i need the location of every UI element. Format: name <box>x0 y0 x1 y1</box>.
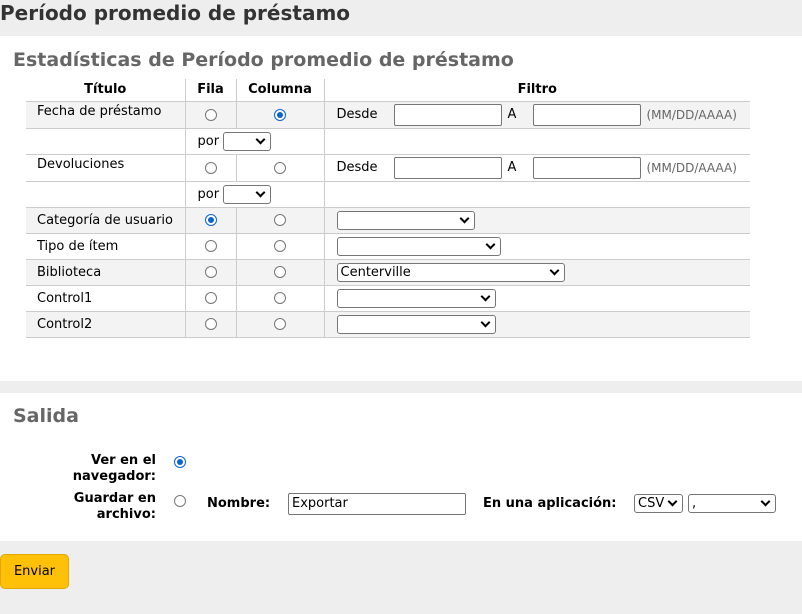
file-label: Guardar en archivo: <box>73 491 156 522</box>
fecha-a-input[interactable] <box>533 103 642 126</box>
browser-radio[interactable] <box>174 456 186 468</box>
row-label-control2: Control2 <box>37 316 93 332</box>
control1-select[interactable] <box>336 288 496 308</box>
categoria-select[interactable] <box>336 210 475 230</box>
header-titulo: Título <box>26 79 185 102</box>
devoluciones-date-hint: (MM/DD/AAAA) <box>646 160 737 175</box>
tipo-columna-radio[interactable] <box>274 240 286 252</box>
chevron-down-icon <box>760 496 771 507</box>
name-input[interactable]: Exportar <box>288 493 466 515</box>
devoluciones-por-select[interactable] <box>223 184 272 204</box>
statistics-title: Estadísticas de Período promedio de prés… <box>13 49 514 71</box>
devoluciones-a-label: A <box>507 160 517 175</box>
row-label-fecha: Fecha de préstamo <box>37 104 162 119</box>
table-row-fecha: Fecha de préstamo Desde A (MM/DD/AAAA) <box>26 101 750 129</box>
table-row-categoria: Categoría de usuario <box>26 207 750 234</box>
table-row-devoluciones-por: por <box>26 181 750 208</box>
table-row-control2: Control2 <box>26 311 750 338</box>
page-title: Período promedio de préstamo <box>0 1 351 25</box>
header-fila: Fila <box>184 79 236 102</box>
chevron-down-icon <box>667 496 678 507</box>
devoluciones-desde-input[interactable] <box>393 156 502 179</box>
file-radio[interactable] <box>174 495 186 507</box>
output-title: Salida <box>13 405 79 427</box>
chevron-down-icon <box>485 239 495 249</box>
browser-label: Ver en el navegador: <box>72 453 156 484</box>
control2-fila-radio[interactable] <box>204 318 217 330</box>
header-columna: Columna <box>235 79 324 102</box>
biblioteca-columna-radio[interactable] <box>274 266 286 278</box>
categoria-columna-radio[interactable] <box>274 214 286 226</box>
row-label-control1: Control1 <box>37 290 93 306</box>
devoluciones-por-label: por <box>197 186 220 202</box>
devoluciones-a-input[interactable] <box>533 156 642 179</box>
fecha-por-label: por <box>197 133 220 149</box>
devoluciones-fila-radio[interactable] <box>204 161 217 174</box>
chevron-down-icon <box>480 291 490 301</box>
row-label-categoria: Categoría de usuario <box>37 212 173 228</box>
table-row-fecha-por: por <box>26 128 750 155</box>
fecha-desde-label: Desde <box>336 107 378 122</box>
chevron-down-icon <box>480 317 490 327</box>
fecha-columna-radio[interactable] <box>274 108 286 121</box>
devoluciones-desde-label: Desde <box>336 160 378 175</box>
table-header-row: Título Fila Columna Filtro <box>26 79 750 102</box>
table-row-control1: Control1 <box>26 285 750 312</box>
fecha-desde-input[interactable] <box>393 103 502 126</box>
devoluciones-columna-radio[interactable] <box>274 161 286 174</box>
chevron-down-icon <box>255 134 266 144</box>
chevron-down-icon <box>549 265 559 275</box>
table-row-devoluciones: Devoluciones Desde A (MM/DD/AAAA) <box>26 154 750 182</box>
biblioteca-select[interactable]: Centerville <box>336 262 565 282</box>
submit-button[interactable]: Enviar <box>0 554 69 589</box>
control1-columna-radio[interactable] <box>274 292 286 304</box>
control1-fila-radio[interactable] <box>204 292 217 304</box>
row-label-biblioteca: Biblioteca <box>37 264 102 280</box>
categoria-fila-radio[interactable] <box>204 214 217 226</box>
row-label-devoluciones: Devoluciones <box>37 157 125 172</box>
fecha-fila-radio[interactable] <box>204 108 217 121</box>
table-row-tipo: Tipo de ítem <box>26 233 750 260</box>
biblioteca-fila-radio[interactable] <box>204 266 217 278</box>
tipo-select[interactable] <box>336 236 501 256</box>
table-row-biblioteca: Biblioteca Centerville <box>26 259 750 286</box>
fecha-por-select[interactable] <box>223 131 272 151</box>
header-filtro: Filtro <box>323 79 750 102</box>
statistics-panel: Estadísticas de Período promedio de prés… <box>0 36 802 381</box>
row-label-tipo: Tipo de ítem <box>37 238 119 254</box>
separator-select[interactable]: , <box>688 494 776 513</box>
name-label: Nombre: <box>207 496 271 511</box>
output-panel: Salida Ver en el navegador: Guardar en a… <box>0 393 802 541</box>
tipo-fila-radio[interactable] <box>204 240 217 252</box>
fecha-date-hint: (MM/DD/AAAA) <box>646 107 737 122</box>
fecha-a-label: A <box>507 107 517 122</box>
statistics-table: Título Fila Columna Filtro Fecha de prés… <box>26 79 750 338</box>
format-select[interactable]: CSV <box>634 494 683 513</box>
chevron-down-icon <box>459 213 469 223</box>
chevron-down-icon <box>255 187 266 197</box>
control2-select[interactable] <box>336 314 496 334</box>
control2-columna-radio[interactable] <box>274 318 286 330</box>
app-label: En una aplicación: <box>483 496 617 511</box>
